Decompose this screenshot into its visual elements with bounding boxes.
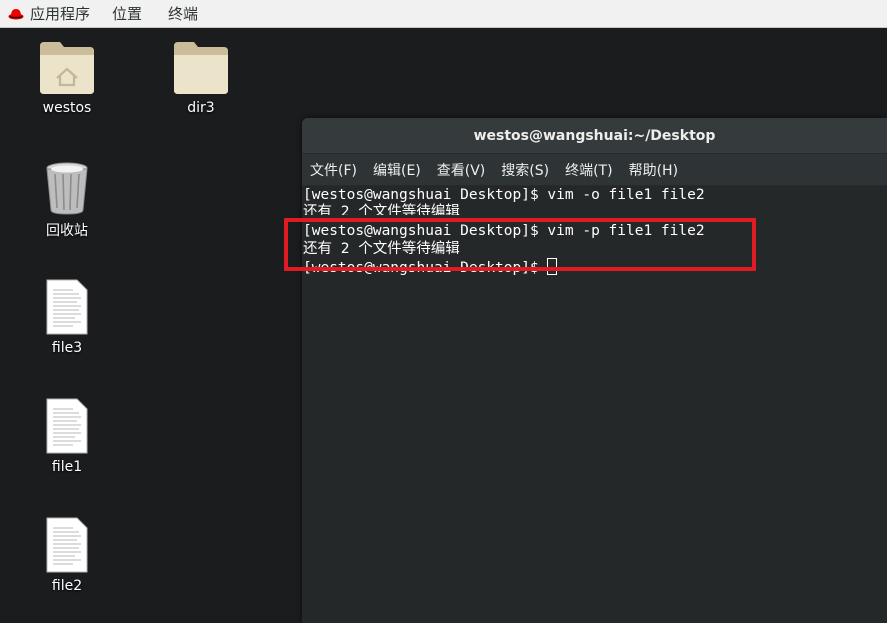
desktop-icon-file3[interactable]: file3 bbox=[22, 278, 112, 356]
terminal-titlebar[interactable]: westos@wangshuai:~/Desktop bbox=[302, 118, 887, 154]
trash-icon bbox=[46, 162, 88, 215]
text-file-icon bbox=[46, 279, 88, 335]
terminal-window[interactable]: westos@wangshuai:~/Desktop 文件(F) 编辑(E) 查… bbox=[302, 118, 887, 623]
desktop-icon-westos[interactable]: westos bbox=[22, 40, 112, 116]
menu-help[interactable]: 帮助(H) bbox=[629, 158, 678, 182]
redhat-logo-icon[interactable] bbox=[8, 7, 24, 21]
terminal-line: 还有 2 个文件等待编辑 bbox=[303, 241, 460, 257]
menu-search[interactable]: 搜索(S) bbox=[501, 158, 549, 182]
desktop-icon-file1[interactable]: file1 bbox=[22, 397, 112, 475]
terminal-output[interactable]: [westos@wangshuai Desktop]$ vim -o file1… bbox=[302, 186, 887, 623]
home-folder-icon bbox=[40, 42, 94, 94]
desktop-icon-label: 回收站 bbox=[46, 223, 88, 239]
desktop-icon-trash[interactable]: 回收站 bbox=[22, 160, 112, 240]
terminal-title: westos@wangshuai:~/Desktop bbox=[473, 127, 716, 144]
terminal-prompt-line: [westos@wangshuai Desktop]$ bbox=[303, 258, 558, 276]
folder-icon bbox=[174, 42, 228, 94]
top-bar: 应用程序 位置 终端 bbox=[0, 0, 887, 28]
terminal-line: [westos@wangshuai Desktop]$ vim -o file1… bbox=[303, 187, 705, 203]
applications-menu[interactable]: 应用程序 bbox=[30, 3, 90, 24]
terminal-app-menu[interactable]: 终端 bbox=[168, 3, 198, 24]
desktop-icon-dir3[interactable]: dir3 bbox=[156, 40, 246, 116]
desktop-icon-label: file3 bbox=[51, 340, 83, 356]
menu-file[interactable]: 文件(F) bbox=[310, 158, 357, 182]
desktop-icon-label: file1 bbox=[51, 459, 83, 475]
menu-edit[interactable]: 编辑(E) bbox=[373, 158, 421, 182]
places-menu[interactable]: 位置 bbox=[112, 3, 142, 24]
desktop-icon-label: file2 bbox=[51, 578, 83, 594]
terminal-line: [westos@wangshuai Desktop]$ vim -p file1… bbox=[303, 223, 705, 239]
desktop-icon-label: westos bbox=[42, 100, 92, 116]
desktop-icon-label: dir3 bbox=[187, 100, 215, 116]
terminal-prompt: [westos@wangshuai Desktop]$ bbox=[303, 260, 548, 276]
text-file-icon bbox=[46, 398, 88, 454]
terminal-line: 还有 2 个文件等待编辑 bbox=[303, 204, 460, 215]
menu-view[interactable]: 查看(V) bbox=[437, 158, 486, 182]
terminal-cursor bbox=[547, 258, 558, 275]
text-file-icon bbox=[46, 517, 88, 573]
terminal-menubar: 文件(F) 编辑(E) 查看(V) 搜索(S) 终端(T) 帮助(H) bbox=[302, 154, 887, 186]
menu-terminal[interactable]: 终端(T) bbox=[565, 158, 612, 182]
desktop-icon-file2[interactable]: file2 bbox=[22, 516, 112, 594]
